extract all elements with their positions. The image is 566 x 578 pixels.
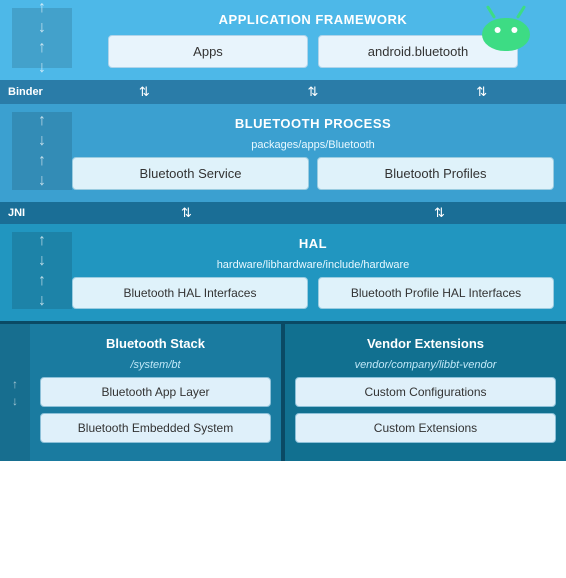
bt-process-inner: BLUETOOTH PROCESS packages/apps/Bluetoot…: [72, 112, 554, 190]
binder-arrows: ⇅ ⇅ ⇅: [60, 80, 566, 104]
bt-stack-subtitle: /system/bt: [40, 359, 271, 371]
vendor-ext-subtitle: vendor/company/libbt-vendor: [295, 359, 556, 371]
hal-subtitle: hardware/libhardware/include/hardware: [72, 259, 554, 271]
app-framework-arrows: ↑ ↓ ↑ ↓: [12, 8, 72, 68]
hal-section: ↑ ↓ ↑ ↓ HAL hardware/libhardware/include…: [0, 224, 566, 321]
binder-arrow-2: ⇅: [308, 84, 319, 100]
hal-title: HAL: [72, 232, 554, 259]
diagram-container: ↑ ↓ ↑ ↓ APPLICATION FRAMEWORK Apps andro…: [0, 0, 566, 461]
bt-arrow-down-2: ↓: [38, 173, 46, 189]
bt-arrow-up-2: ↑: [38, 153, 46, 169]
hal-arrows: ↑ ↓ ↑ ↓: [12, 232, 72, 309]
custom-extensions-card: Custom Extensions: [295, 413, 556, 443]
jni-arrow-1: ⇅: [181, 205, 192, 221]
bt-stack-title: Bluetooth Stack: [40, 332, 271, 359]
binder-arrow-3: ⇅: [476, 84, 487, 100]
bt-arrow-down-1: ↓: [38, 133, 46, 149]
bt-stack-inner: Bluetooth Stack /system/bt Bluetooth App…: [40, 332, 271, 443]
hal-arrow-down-2: ↓: [38, 293, 46, 309]
hal-cards: Bluetooth HAL Interfaces Bluetooth Profi…: [72, 277, 554, 309]
bluetooth-service-card: Bluetooth Service: [72, 157, 309, 190]
bt-process-cards: Bluetooth Service Bluetooth Profiles: [72, 157, 554, 190]
hal-arrow-up-2: ↑: [38, 273, 46, 289]
binder-row: Binder ⇅ ⇅ ⇅: [0, 80, 566, 104]
bt-stack-section: ↑ ↓ Bluetooth Stack /system/bt Bluetooth…: [0, 324, 281, 461]
bt-process-arrows: ↑ ↓ ↑ ↓: [12, 112, 72, 190]
jni-row: JNI ⇅ ⇅: [0, 202, 566, 224]
bt-process-title: BLUETOOTH PROCESS: [72, 112, 554, 139]
bt-stack-arrow-1: ↑: [12, 377, 18, 391]
jni-label: JNI: [0, 207, 25, 219]
arrow-up-1: ↑: [38, 0, 46, 16]
jni-arrow-2: ⇅: [434, 205, 445, 221]
binder-label: Binder: [0, 86, 43, 98]
bt-process-subtitle: packages/apps/Bluetooth: [72, 139, 554, 151]
bt-profile-hal-interfaces-card: Bluetooth Profile HAL Interfaces: [318, 277, 554, 309]
bt-app-layer-card: Bluetooth App Layer: [40, 377, 271, 407]
arrow-down-1: ↓: [38, 20, 46, 36]
vendor-ext-title: Vendor Extensions: [295, 332, 556, 359]
bt-process-section: ↑ ↓ ↑ ↓ BLUETOOTH PROCESS packages/apps/…: [0, 104, 566, 202]
bt-stack-side: ↑ ↓: [0, 324, 30, 461]
bluetooth-profiles-card: Bluetooth Profiles: [317, 157, 554, 190]
jni-arrows: ⇅ ⇅: [60, 202, 566, 224]
hal-inner: HAL hardware/libhardware/include/hardwar…: [72, 232, 554, 309]
arrow-down-2: ↓: [38, 60, 46, 76]
bt-stack-arrow-2: ↓: [12, 394, 18, 408]
custom-configurations-card: Custom Configurations: [295, 377, 556, 407]
bt-arrow-up-1: ↑: [38, 113, 46, 129]
bt-hal-interfaces-card: Bluetooth HAL Interfaces: [72, 277, 308, 309]
vendor-ext-section: Vendor Extensions vendor/company/libbt-v…: [285, 324, 566, 461]
android-logo: [476, 0, 536, 60]
bt-embedded-system-card: Bluetooth Embedded System: [40, 413, 271, 443]
binder-arrow-1: ⇅: [139, 84, 150, 100]
apps-card: Apps: [108, 35, 308, 68]
bottom-row: ↑ ↓ Bluetooth Stack /system/bt Bluetooth…: [0, 324, 566, 461]
arrow-up-2: ↑: [38, 40, 46, 56]
hal-arrow-up-1: ↑: [38, 233, 46, 249]
hal-arrow-down-1: ↓: [38, 253, 46, 269]
